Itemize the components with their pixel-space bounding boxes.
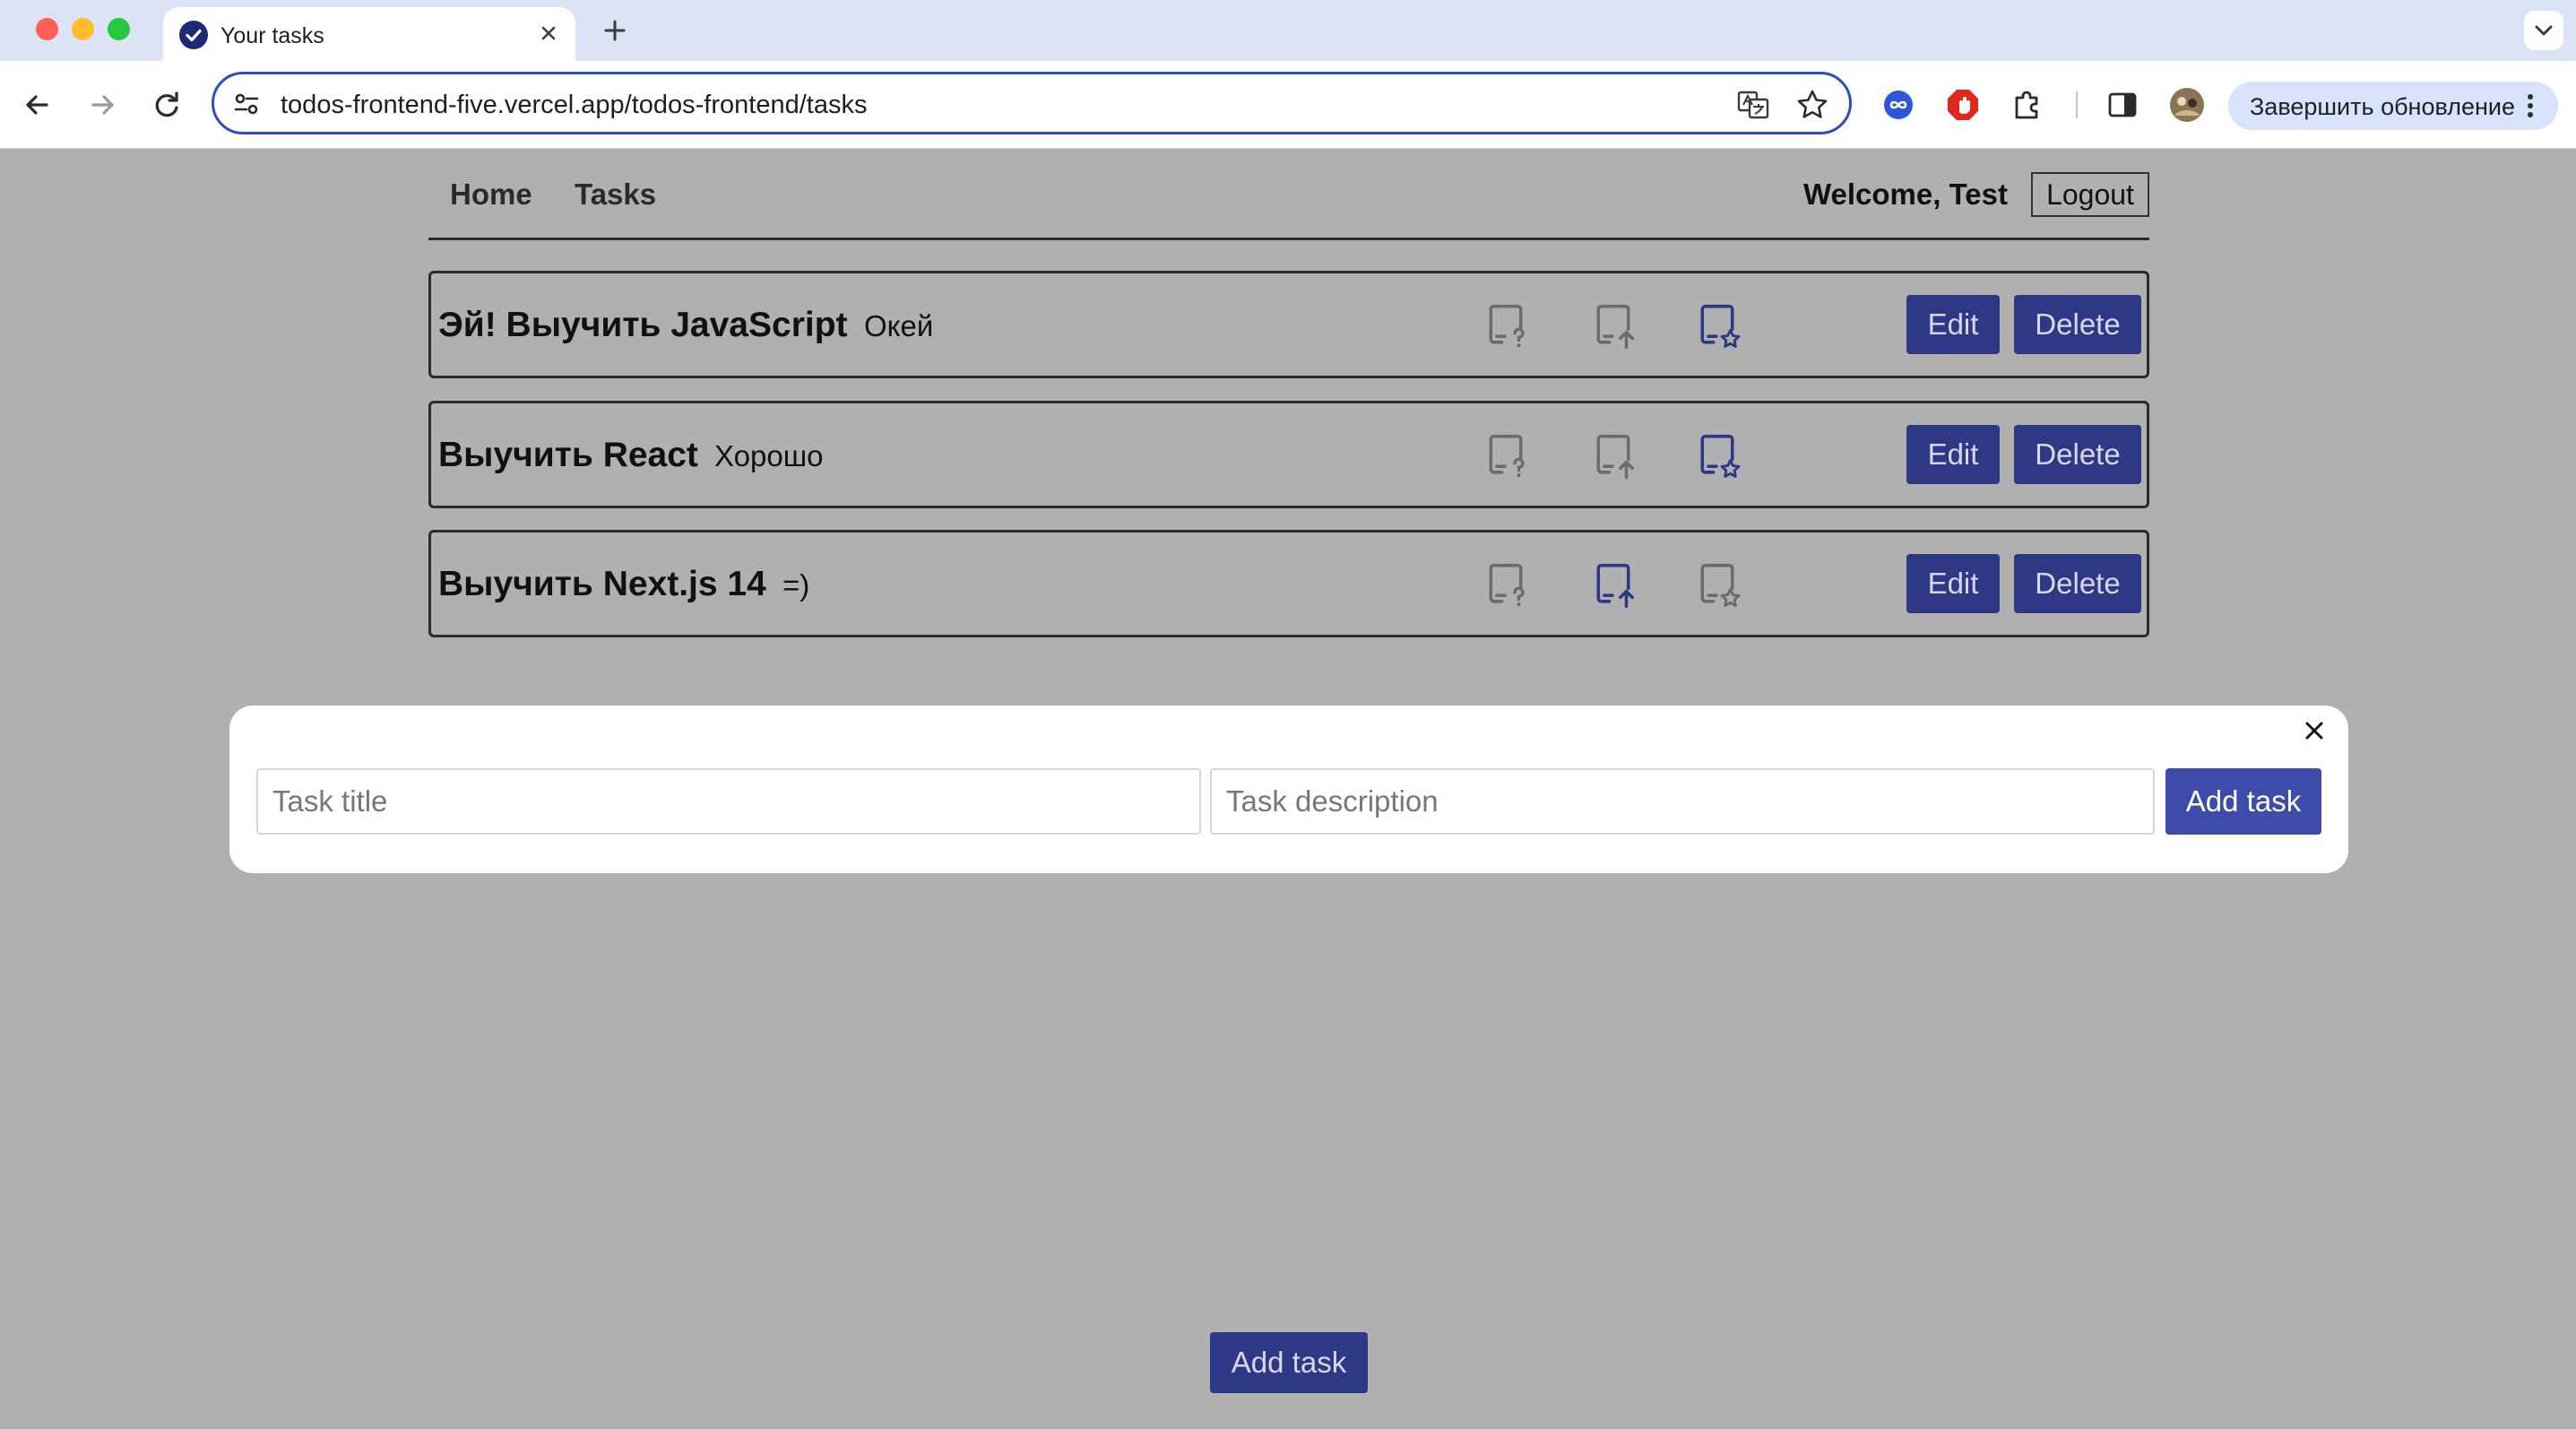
task-description: Хорошо xyxy=(714,439,824,472)
nav-link-home[interactable]: Home xyxy=(450,178,532,212)
logout-button[interactable]: Logout xyxy=(2031,172,2149,217)
task-title: Эй! Выучить JavaScript xyxy=(438,306,848,344)
delete-button[interactable]: Delete xyxy=(2014,425,2141,484)
toolbar-divider xyxy=(2076,91,2078,118)
close-tab-icon[interactable] xyxy=(532,17,565,49)
side-panel-icon[interactable] xyxy=(2103,85,2142,125)
edit-button[interactable]: Edit xyxy=(1906,295,2000,354)
task-row: Выучить React Хорошо Edit Delete xyxy=(428,401,2149,508)
check-circle-icon xyxy=(179,21,208,49)
window-zoom-button[interactable] xyxy=(108,18,130,40)
tablet-star-icon[interactable] xyxy=(1691,429,1743,484)
task-title: Выучить Next.js 14 xyxy=(438,565,766,603)
task-description: =) xyxy=(782,568,810,602)
task-row: Выучить Next.js 14 =) Edit Delete xyxy=(428,530,2149,637)
task-row: Эй! Выучить JavaScript Окей Edit Delete xyxy=(428,271,2149,378)
update-label: Завершить обновление xyxy=(2250,93,2515,120)
browser-toolbar: todos-frontend-five.vercel.app/todos-fro… xyxy=(0,61,2576,149)
tablet-upload-icon[interactable] xyxy=(1587,299,1639,354)
browser-tab-bar: Your tasks xyxy=(0,0,2576,63)
task-title: Выучить React xyxy=(438,436,698,474)
tablet-question-icon[interactable] xyxy=(1480,558,1532,613)
forward-arrow-icon[interactable] xyxy=(82,85,122,125)
edit-button[interactable]: Edit xyxy=(1906,554,2000,613)
tablet-question-icon[interactable] xyxy=(1480,299,1532,354)
modal-add-task-button[interactable]: Add task xyxy=(2165,768,2321,835)
tablet-upload-icon[interactable] xyxy=(1587,558,1639,613)
site-settings-icon[interactable] xyxy=(232,90,261,118)
extensions-puzzle-icon[interactable] xyxy=(2008,85,2047,125)
tablet-upload-icon[interactable] xyxy=(1587,429,1639,484)
new-tab-plus-icon[interactable] xyxy=(595,11,635,50)
tab-search-chevron-icon[interactable] xyxy=(2524,11,2563,50)
window-close-button[interactable] xyxy=(36,18,58,40)
more-vert-icon[interactable] xyxy=(2513,89,2547,123)
add-task-modal: Add task xyxy=(229,706,2348,873)
window-minimize-button[interactable] xyxy=(72,18,94,40)
nav-link-tasks[interactable]: Tasks xyxy=(575,178,656,212)
bookmark-star-icon[interactable] xyxy=(1795,88,1829,122)
task-description: Окей xyxy=(864,309,934,342)
update-button[interactable]: Завершить обновление xyxy=(2228,82,2558,130)
site-navbar: Home Tasks Welcome, Test Logout xyxy=(428,149,2149,240)
edit-button[interactable]: Edit xyxy=(1906,425,2000,484)
task-description-input[interactable] xyxy=(1210,768,2155,835)
tablet-star-icon[interactable] xyxy=(1691,299,1743,354)
tablet-star-icon[interactable] xyxy=(1691,558,1743,613)
tablet-question-icon[interactable] xyxy=(1480,429,1532,484)
infinity-extension-icon[interactable] xyxy=(1879,85,1918,125)
delete-button[interactable]: Delete xyxy=(2014,295,2141,354)
welcome-text: Welcome, Test xyxy=(1802,178,2008,211)
tab-title: Your tasks xyxy=(220,23,324,48)
add-task-button[interactable]: Add task xyxy=(1210,1332,1368,1393)
delete-button[interactable]: Delete xyxy=(2014,554,2141,613)
browser-tab[interactable]: Your tasks xyxy=(163,7,575,63)
close-icon[interactable] xyxy=(2296,713,2332,749)
address-bar[interactable]: todos-frontend-five.vercel.app/todos-fro… xyxy=(212,72,1852,134)
reload-icon[interactable] xyxy=(147,85,186,125)
translate-icon[interactable] xyxy=(1736,88,1770,122)
task-title-input[interactable] xyxy=(256,768,1201,835)
adblock-extension-icon[interactable] xyxy=(1943,85,1983,125)
profile-avatar[interactable] xyxy=(2167,85,2207,125)
url-text[interactable]: todos-frontend-five.vercel.app/todos-fro… xyxy=(281,91,867,120)
back-arrow-icon[interactable] xyxy=(18,85,57,125)
